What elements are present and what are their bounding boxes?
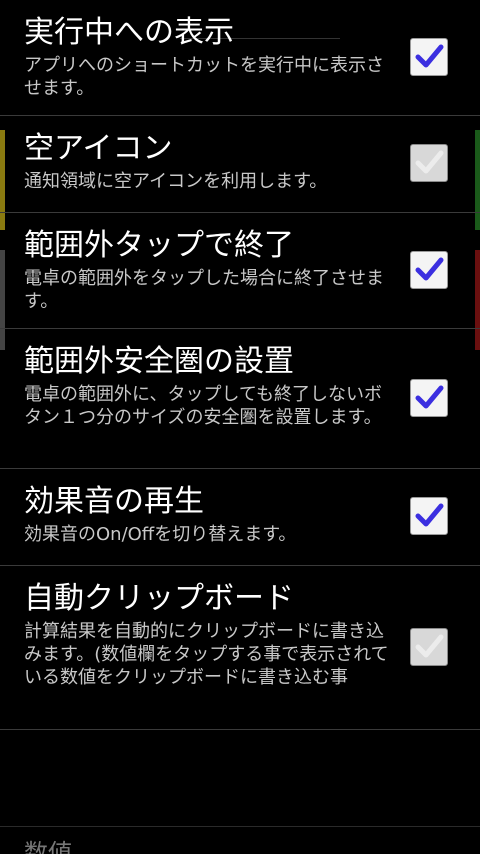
- pref-checkbox[interactable]: [410, 144, 448, 182]
- category-header-numbers: 数値: [24, 839, 72, 854]
- pref-summary: アプリへのショートカットを実行中に表示させます。: [24, 55, 384, 99]
- pref-auto-clipboard[interactable]: 自動クリップボード 計算結果を自動的にクリップボードに書き込みます。(数値欄をタ…: [0, 566, 480, 730]
- checkmark-icon: [415, 634, 444, 658]
- pref-checkbox[interactable]: [410, 497, 448, 535]
- checkmark-icon: [415, 503, 444, 527]
- pref-summary: 電卓の範囲外に、タップしても終了しないボタン１つ分のサイズの安全圏を設置します。: [24, 384, 383, 428]
- pref-safe-zone[interactable]: 範囲外安全圏の設置 電卓の範囲外に、タップしても終了しないボタン１つ分のサイズの…: [0, 329, 480, 469]
- category-divider: [0, 826, 480, 827]
- checkmark-icon: [415, 385, 444, 409]
- pref-summary: 効果音のOn/Offを切り替えます。: [24, 524, 297, 545]
- checkmark-icon: [415, 150, 444, 174]
- pref-tap-outside-exit[interactable]: 範囲外タップで終了 電卓の範囲外をタップした場合に終了させます。: [0, 213, 480, 329]
- pref-summary: 電卓の範囲外をタップした場合に終了させます。: [24, 268, 384, 312]
- pref-empty-icon[interactable]: 空アイコン 通知領域に空アイコンを利用します。: [0, 116, 480, 213]
- pref-title: 自動クリップボード: [24, 581, 294, 616]
- checkmark-icon: [415, 44, 444, 68]
- pref-summary: 通知領域に空アイコンを利用します。: [24, 171, 328, 192]
- pref-summary: 計算結果を自動的にクリップボードに書き込みます。(数値欄をタップする事で表示され…: [24, 621, 389, 688]
- pref-sound-effect[interactable]: 効果音の再生 効果音のOn/Offを切り替えます。: [0, 469, 480, 566]
- pref-checkbox[interactable]: [410, 251, 448, 289]
- pref-checkbox[interactable]: [410, 38, 448, 76]
- pref-checkbox[interactable]: [410, 628, 448, 666]
- checkmark-icon: [415, 257, 444, 281]
- pref-running-display[interactable]: 実行中への表示 アプリへのショートカットを実行中に表示させます。: [0, 0, 480, 116]
- pref-checkbox[interactable]: [410, 379, 448, 417]
- pref-title: 範囲外安全圏の設置: [24, 344, 294, 379]
